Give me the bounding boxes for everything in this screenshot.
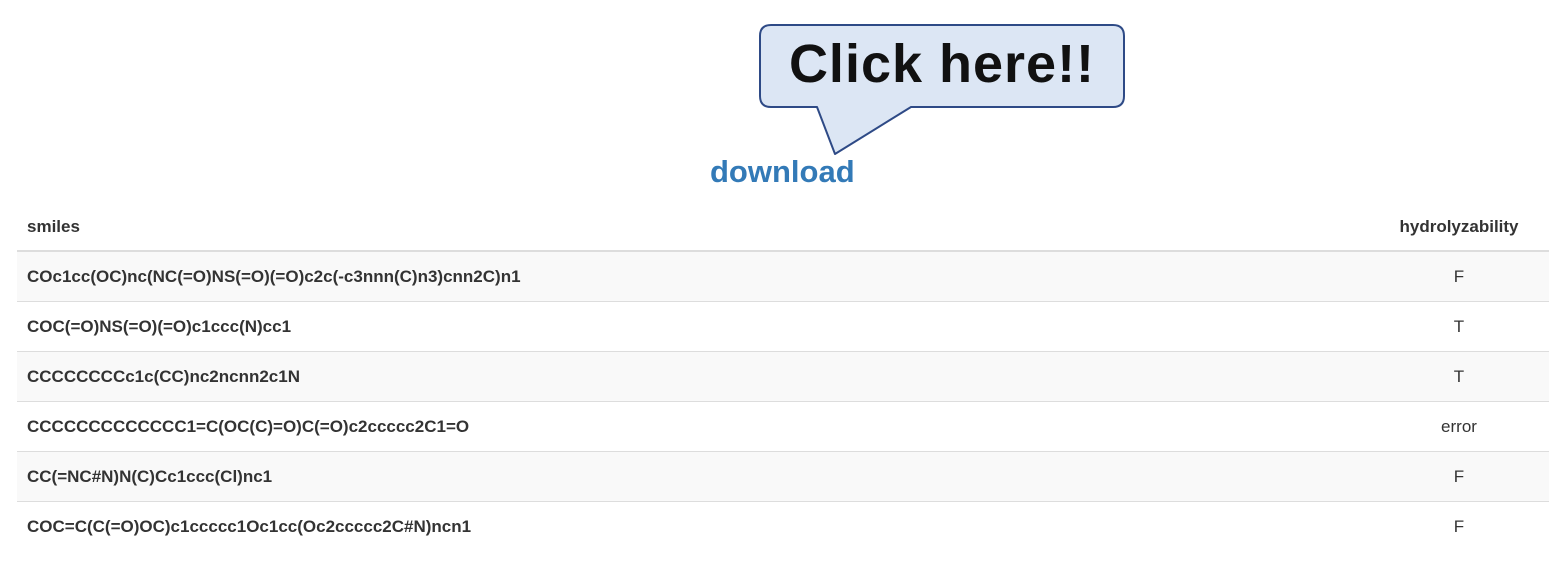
cell-smiles: COC=C(C(=O)OC)c1ccccc1Oc1cc(Oc2ccccc2C#N… [17, 501, 1369, 551]
table-row: COC=C(C(=O)OC)c1ccccc1Oc1cc(Oc2ccccc2C#N… [17, 501, 1549, 551]
table-row: COC(=O)NS(=O)(=O)c1ccc(N)cc1 T [17, 301, 1549, 352]
header-row: smiles hydrolyzability [17, 204, 1549, 252]
table-row: CCCCCCCCc1c(CC)nc2ncnn2c1N T [17, 351, 1549, 402]
table-row: CC(=NC#N)N(C)Cc1ccc(Cl)nc1 F [17, 451, 1549, 502]
cell-hydrolyzability: T [1369, 351, 1549, 402]
table-row: COc1cc(OC)nc(NC(=O)NS(=O)(=O)c2c(-c3nnn(… [17, 250, 1549, 302]
table-body: COc1cc(OC)nc(NC(=O)NS(=O)(=O)c2c(-c3nnn(… [17, 250, 1549, 551]
callout-bubble: Click here!! [759, 24, 1125, 155]
column-header-smiles: smiles [17, 204, 1369, 252]
download-link[interactable]: download [710, 152, 855, 192]
table-row: CCCCCCCCCCCCC1=C(OC(C)=O)C(=O)c2ccccc2C1… [17, 401, 1549, 452]
cell-smiles: CCCCCCCCCCCCC1=C(OC(C)=O)C(=O)c2ccccc2C1… [17, 401, 1369, 452]
page: Click here!! download smiles hydrolyzabi… [0, 0, 1562, 564]
column-header-hydrolyzability: hydrolyzability [1369, 204, 1549, 252]
results-table: smiles hydrolyzability COc1cc(OC)nc(NC(=… [17, 204, 1549, 551]
cell-hydrolyzability: error [1369, 401, 1549, 452]
cell-smiles: CCCCCCCCc1c(CC)nc2ncnn2c1N [17, 351, 1369, 402]
cell-hydrolyzability: T [1369, 301, 1549, 352]
callout-text: Click here!! [788, 34, 1096, 94]
cell-smiles: CC(=NC#N)N(C)Cc1ccc(Cl)nc1 [17, 451, 1369, 502]
table-header: smiles hydrolyzability [17, 204, 1549, 252]
cell-hydrolyzability: F [1369, 250, 1549, 302]
cell-smiles: COC(=O)NS(=O)(=O)c1ccc(N)cc1 [17, 301, 1369, 352]
cell-hydrolyzability: F [1369, 501, 1549, 551]
cell-hydrolyzability: F [1369, 451, 1549, 502]
cell-smiles: COc1cc(OC)nc(NC(=O)NS(=O)(=O)c2c(-c3nnn(… [17, 250, 1369, 302]
